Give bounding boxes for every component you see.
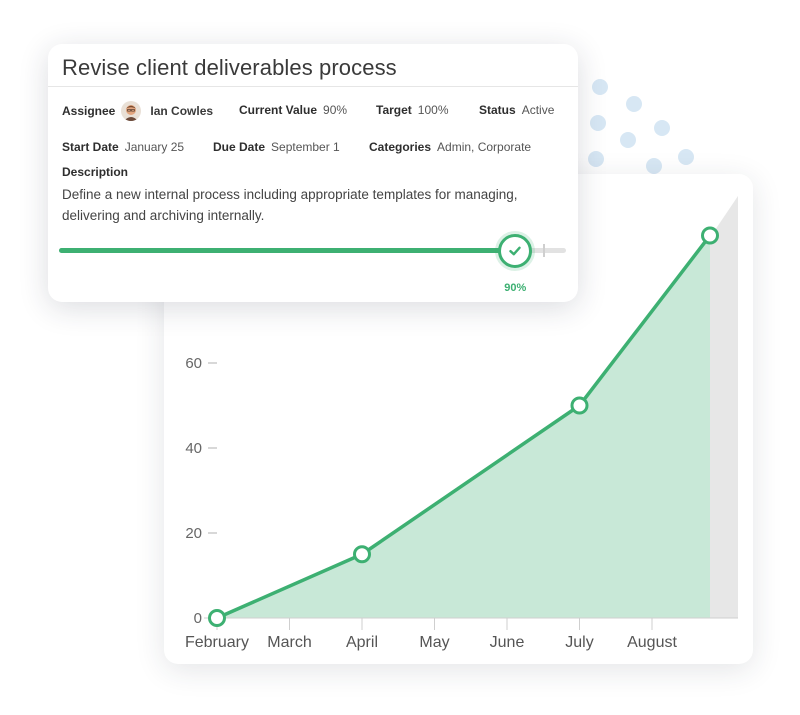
categories-value: Admin, Corporate	[437, 140, 532, 154]
status-label: Status	[479, 103, 516, 117]
target-field: Target 100%	[376, 103, 449, 117]
due-date-field: Due Date September 1	[213, 140, 340, 154]
due-date-value: September 1	[271, 140, 340, 154]
current-value-label: Current Value	[239, 103, 318, 117]
check-icon	[509, 246, 521, 256]
x-tick-label: April	[346, 634, 378, 651]
categories-label: Categories	[369, 140, 432, 154]
status-field: Status Active	[479, 103, 554, 117]
x-tick-label: March	[267, 634, 311, 651]
description-label: Description	[62, 165, 129, 179]
x-tick-label: February	[185, 634, 249, 651]
y-tick-label: 60	[185, 355, 202, 372]
current-value-field: Current Value 90%	[239, 103, 347, 117]
data-point	[701, 226, 719, 245]
data-point	[353, 545, 371, 564]
target-value: 100%	[417, 103, 449, 117]
x-tick-label: May	[419, 634, 449, 651]
description-text: Define a new internal process including …	[62, 187, 518, 223]
y-tick-label: 40	[185, 440, 202, 457]
task-title: Revise client deliverables process	[62, 55, 397, 80]
projection-band	[710, 196, 738, 618]
y-tick-label: 20	[185, 525, 202, 542]
user-avatar-icon	[121, 101, 142, 121]
x-tick-label: August	[627, 634, 677, 651]
status-value: Active	[521, 103, 555, 117]
current-value: 90%	[323, 103, 348, 117]
x-tick-label: July	[565, 634, 593, 651]
progress-fill	[59, 248, 516, 253]
target-label: Target	[376, 103, 412, 117]
assignee-name[interactable]: Ian Cowles	[150, 104, 213, 118]
progress-handle[interactable]	[498, 234, 533, 268]
task-card[interactable]: Revise client deliverables process Assig…	[48, 44, 578, 302]
data-point	[208, 609, 226, 627]
start-date-field: Start Date January 25	[62, 140, 184, 154]
assignee-label: Assignee	[62, 104, 116, 118]
progress-track-tick	[543, 244, 545, 257]
start-date-value: January 25	[124, 140, 185, 154]
title-divider	[48, 86, 578, 87]
avatar[interactable]	[121, 101, 142, 121]
x-tick-label: June	[490, 634, 525, 651]
y-tick-label: 0	[194, 610, 202, 627]
progress-percent-label: 90%	[504, 282, 527, 294]
start-date-label: Start Date	[62, 140, 119, 154]
categories-field: Categories Admin, Corporate	[369, 140, 531, 154]
assignee-field: Assignee Ian Cowles	[62, 101, 213, 121]
data-point	[570, 396, 589, 415]
due-date-label: Due Date	[213, 140, 266, 154]
progress-bar[interactable]	[59, 234, 566, 268]
